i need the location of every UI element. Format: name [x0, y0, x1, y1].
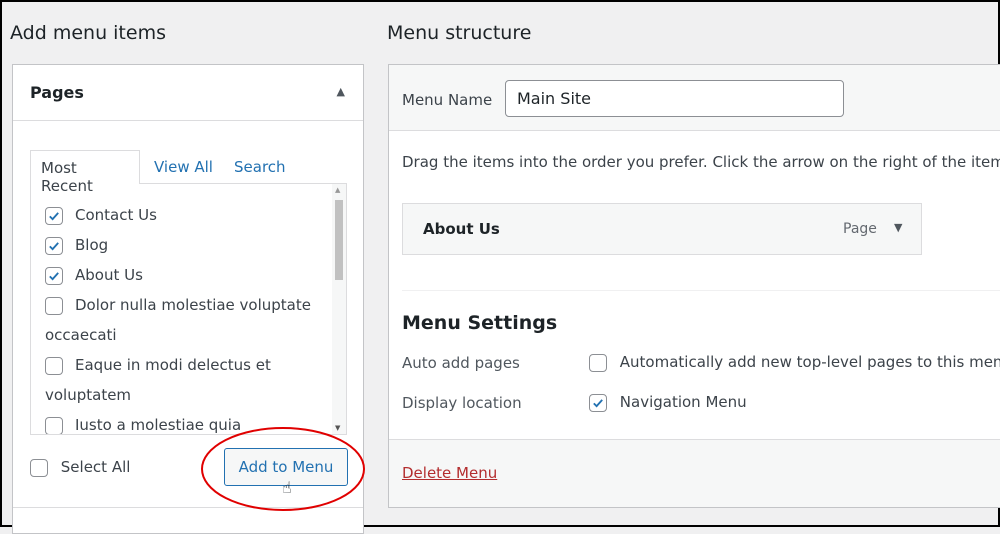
page-checkbox[interactable] — [45, 416, 63, 434]
collapse-arrow-icon[interactable]: ▲ — [337, 85, 345, 98]
tab-most-recent[interactable]: Most Recent — [30, 150, 140, 195]
scrollbar[interactable]: ▲ ▼ — [332, 184, 346, 434]
add-menu-items-title: Add menu items — [10, 22, 166, 44]
drag-instructions: Drag the items into the order you prefer… — [402, 153, 1000, 171]
auto-add-option-label: Automatically add new top-level pages to… — [619, 353, 1000, 371]
page-checkbox[interactable] — [45, 236, 63, 255]
page-checkbox[interactable] — [45, 266, 63, 285]
delete-menu-link[interactable]: Delete Menu — [402, 464, 497, 482]
pages-checklist: Contact Us Blog About Us Dolor nulla molest… — [30, 183, 347, 435]
menu-structure-panel: Menu Name Drag the items into the order … — [388, 64, 1000, 508]
scroll-up-icon[interactable]: ▲ — [335, 186, 340, 194]
page-item[interactable]: Dolor nulla molestiae voluptate — [45, 296, 311, 315]
page-label: Contact Us — [75, 206, 157, 224]
page-label-continued: voluptatem — [45, 386, 132, 404]
annotation-ellipse — [201, 427, 365, 511]
page-item[interactable]: Blog — [45, 236, 108, 255]
pages-section-header[interactable]: Pages ▲ — [13, 65, 363, 121]
menu-item-title: About Us — [423, 220, 500, 238]
auto-add-label: Auto add pages — [402, 354, 520, 372]
menu-footer: Delete Menu — [389, 439, 1000, 507]
checkmark-icon — [49, 271, 59, 280]
expand-arrow-icon[interactable]: ▼ — [894, 221, 902, 234]
pages-section-title: Pages — [30, 83, 84, 102]
menu-item-type: Page — [843, 221, 877, 237]
display-location-label: Display location — [402, 394, 522, 412]
select-all-label: Select All — [60, 458, 131, 476]
page-checkbox[interactable] — [45, 206, 63, 225]
select-all[interactable]: Select All — [30, 458, 130, 477]
menu-settings-title: Menu Settings — [402, 312, 558, 334]
page-label: About Us — [75, 266, 143, 284]
tab-view-all[interactable]: View All — [154, 158, 213, 176]
page-label: Eaque in modi delectus et — [75, 356, 271, 374]
tab-search[interactable]: Search — [234, 158, 286, 176]
page-item[interactable]: About Us — [45, 266, 143, 285]
menu-structure-title: Menu structure — [387, 22, 532, 44]
page-label-continued: occaecati — [45, 326, 117, 344]
navigation-menu-checkbox[interactable] — [589, 393, 607, 412]
page-checkbox[interactable] — [45, 296, 63, 315]
menu-item-about-us[interactable]: About Us Page ▼ — [402, 203, 922, 255]
scrollbar-thumb[interactable] — [335, 200, 343, 280]
select-all-checkbox[interactable] — [30, 458, 48, 477]
divider — [402, 290, 1000, 291]
display-location-option[interactable]: Navigation Menu — [589, 393, 747, 412]
page-label: Blog — [75, 236, 109, 254]
page-item[interactable]: Eaque in modi delectus et — [45, 356, 271, 375]
checkmark-icon — [49, 211, 59, 220]
auto-add-option[interactable]: Automatically add new top-level pages to… — [589, 353, 1000, 372]
menu-name-header: Menu Name — [389, 65, 1000, 131]
page-item[interactable]: Contact Us — [45, 206, 157, 225]
checkmark-icon — [593, 398, 603, 407]
menu-name-label: Menu Name — [402, 91, 493, 109]
navigation-menu-label: Navigation Menu — [619, 393, 747, 411]
auto-add-checkbox[interactable] — [589, 353, 607, 372]
page-checkbox[interactable] — [45, 356, 63, 375]
page-label: Dolor nulla molestiae voluptate — [75, 296, 311, 314]
checkmark-icon — [49, 241, 59, 250]
hand-cursor-icon: ☝ — [282, 478, 292, 497]
menu-name-input[interactable] — [505, 80, 844, 117]
